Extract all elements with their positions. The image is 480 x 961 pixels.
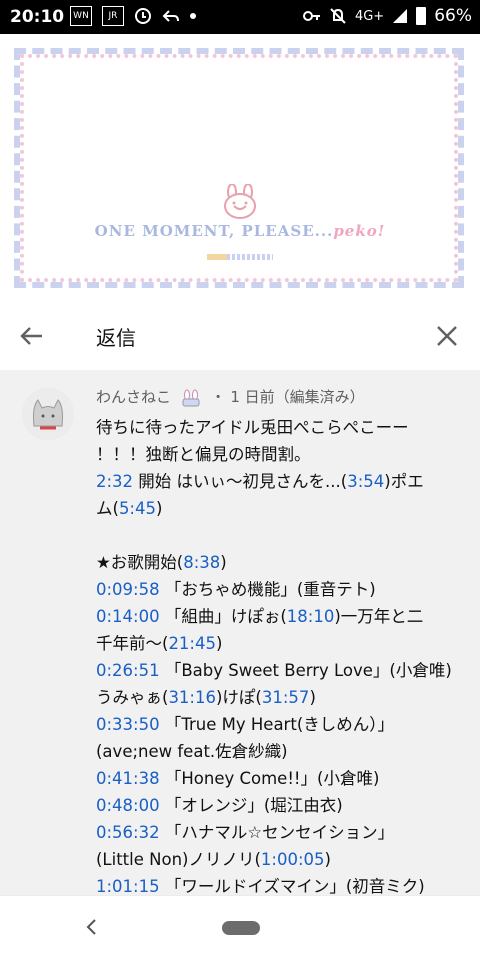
home-pill[interactable] (222, 921, 260, 935)
comment-author[interactable]: わんさねこ (96, 388, 171, 406)
comment-text-segment: ) (220, 553, 227, 572)
timestamp-link[interactable]: 0:33:50 (96, 715, 160, 734)
comment-text-segment: うみゃぁ( (96, 688, 169, 707)
status-bar: 20:10 WN JR 4G+ 66% (0, 0, 480, 34)
timestamp-link[interactable]: 2:32 (96, 472, 133, 491)
comment-text-segment: 「ワールドイズマイン」(初音ミク) (159, 877, 425, 895)
timestamp-link[interactable]: 18:10 (287, 607, 335, 626)
mute-icon (330, 8, 346, 24)
video-frame-inner-border (20, 54, 458, 282)
comment-text-segment: ！！！独断と偏見の時間割。 (96, 445, 311, 464)
comment-line: 0:09:58 「おちゃめ機能」(重音テト) (96, 576, 462, 603)
comment-text-segment: 開始 はいぃ〜初見さんを...( (133, 472, 348, 491)
back-arrow-icon[interactable] (18, 322, 46, 350)
comment-text-segment: 「Honey Come!!」(小倉唯) (159, 769, 380, 788)
network-type: 4G+ (354, 8, 385, 24)
navigation-bar (0, 895, 480, 961)
timestamp-link[interactable]: 21:45 (168, 634, 216, 653)
comment-text-segment: )けぽ( (216, 688, 262, 707)
comment-line: (ave;new feat.佐倉紗織) (96, 738, 462, 765)
comment-line: 0:14:00 「組曲」けぽぉ(18:10)一万年と二 (96, 603, 462, 630)
video-player[interactable]: ONE MOMENT, PLEASE...peko! (0, 34, 480, 334)
comment-text-segment: 待ちに待ったアイドル兎田ぺこらぺこーー (96, 418, 409, 437)
comment-text-segment: )ポエ (384, 472, 424, 491)
timestamp-link[interactable]: 0:26:51 (96, 661, 160, 680)
signal-icon (393, 9, 408, 23)
comment-text-segment: ) (324, 850, 331, 869)
comment-text-segment: (Little Non)ノリノリ( (96, 850, 261, 869)
close-icon[interactable] (434, 323, 460, 349)
timestamp-link[interactable]: 8:38 (183, 553, 220, 572)
loading-bar-fill (207, 254, 227, 260)
replies-header: 返信 (0, 302, 480, 371)
comment-text-segment: ★お歌開始( (96, 553, 184, 572)
comment-line: 0:48:00 「オレンジ」(堀江由衣) (96, 792, 462, 819)
comment-text-segment: )一万年と二 (334, 607, 424, 626)
comment-text: 待ちに待ったアイドル兎田ぺこらぺこーー ！！！独断と偏見の時間割。 2:32 開始 … (96, 414, 462, 895)
comment-text-segment: ) (156, 499, 163, 518)
timestamp-link[interactable]: 0:09:58 (96, 580, 160, 599)
more-notifications-dot (190, 13, 196, 19)
comment-meta: わんさねこ ・ 1 日前（編集済み） (96, 386, 365, 407)
comment-text-segment: (ave;new feat.佐倉紗織) (96, 742, 288, 761)
loading-text-main: ONE MOMENT, PLEASE... (94, 222, 334, 240)
bunny-icon (224, 184, 256, 219)
status-time: 20:10 (10, 7, 65, 27)
loading-text-peko: peko! (333, 222, 386, 240)
system-icons: 4G+ 66% (302, 6, 472, 26)
comment-text-segment: 千年前〜( (96, 634, 169, 653)
comment-line: 2:32 開始 はいぃ〜初見さんを...(3:54)ポエ (96, 468, 462, 495)
timestamp-link[interactable]: 0:14:00 (96, 607, 160, 626)
avatar[interactable] (22, 388, 74, 440)
timestamp-link[interactable]: 1:01:15 (96, 877, 160, 895)
notification-icons: WN JR (70, 6, 196, 26)
app-notification-icon: WN (70, 6, 92, 26)
comment-line: 0:26:51 「Baby Sweet Berry Love」(小倉唯) (96, 657, 462, 684)
timestamp-link[interactable]: 0:41:38 (96, 769, 160, 788)
timestamp-link[interactable]: 1:00:05 (261, 850, 325, 869)
battery-percent: 66% (434, 6, 472, 26)
key-icon (302, 11, 320, 21)
comment-line: ★お歌開始(8:38) (96, 549, 462, 576)
timestamp-link[interactable]: 3:54 (347, 472, 384, 491)
comment-blank-line (96, 522, 462, 549)
comment-line: 0:41:38 「Honey Come!!」(小倉唯) (96, 765, 462, 792)
comment-text-segment: 「True My Heart(きしめん）」 (159, 715, 395, 734)
comment-text-segment: ム( (96, 499, 119, 518)
timestamp-link[interactable]: 31:16 (168, 688, 216, 707)
comment-text-segment: ) (216, 634, 223, 653)
timestamp-link[interactable]: 5:45 (119, 499, 156, 518)
comment-text-segment: 「オレンジ」(堀江由衣) (159, 796, 343, 815)
comment-line: ！！！独断と偏見の時間割。 (96, 441, 462, 468)
comment-line: 0:56:32 「ハナマル☆センセイション」 (96, 819, 462, 846)
loading-bar (207, 254, 273, 260)
comment-line: 待ちに待ったアイドル兎田ぺこらぺこーー (96, 414, 462, 441)
comment-line: 1:01:15 「ワールドイズマイン」(初音ミク) (96, 873, 462, 895)
comment-text-segment: ) (309, 688, 316, 707)
sync-icon (135, 8, 151, 24)
comment-line: うみゃぁ(31:16)けぽ(31:57) (96, 684, 462, 711)
comment-text-segment: 「おちゃめ機能」(重音テト) (159, 580, 376, 599)
comment-line: 0:33:50 「True My Heart(きしめん）」 (96, 711, 462, 738)
reply-icon (162, 10, 179, 22)
app-notification-icon-2: JR (102, 6, 124, 26)
comment-text-segment: 「Baby Sweet Berry Love」(小倉唯) (159, 661, 452, 680)
timestamp-link[interactable]: 0:48:00 (96, 796, 160, 815)
comment-text-segment: 「ハナマル☆センセイション」 (159, 823, 395, 842)
loading-text: ONE MOMENT, PLEASE...peko! (0, 222, 480, 240)
nav-back-icon[interactable] (84, 918, 100, 936)
timestamp-link[interactable]: 31:57 (262, 688, 310, 707)
comment-line: ム(5:45) (96, 495, 462, 522)
header-title: 返信 (96, 326, 136, 350)
comment: わんさねこ ・ 1 日前（編集済み） 待ちに待ったアイドル兎田ぺこらぺこーー ！！… (0, 370, 480, 895)
timestamp-link[interactable]: 0:56:32 (96, 823, 160, 842)
battery-icon (416, 7, 427, 25)
member-badge-icon (182, 389, 200, 406)
comment-line: 千年前〜(21:45) (96, 630, 462, 657)
comment-text-segment: 「組曲」けぽぉ( (159, 607, 287, 626)
comment-time: ・ 1 日前（編集済み） (210, 388, 365, 406)
comment-line: (Little Non)ノリノリ(1:00:05) (96, 846, 462, 873)
